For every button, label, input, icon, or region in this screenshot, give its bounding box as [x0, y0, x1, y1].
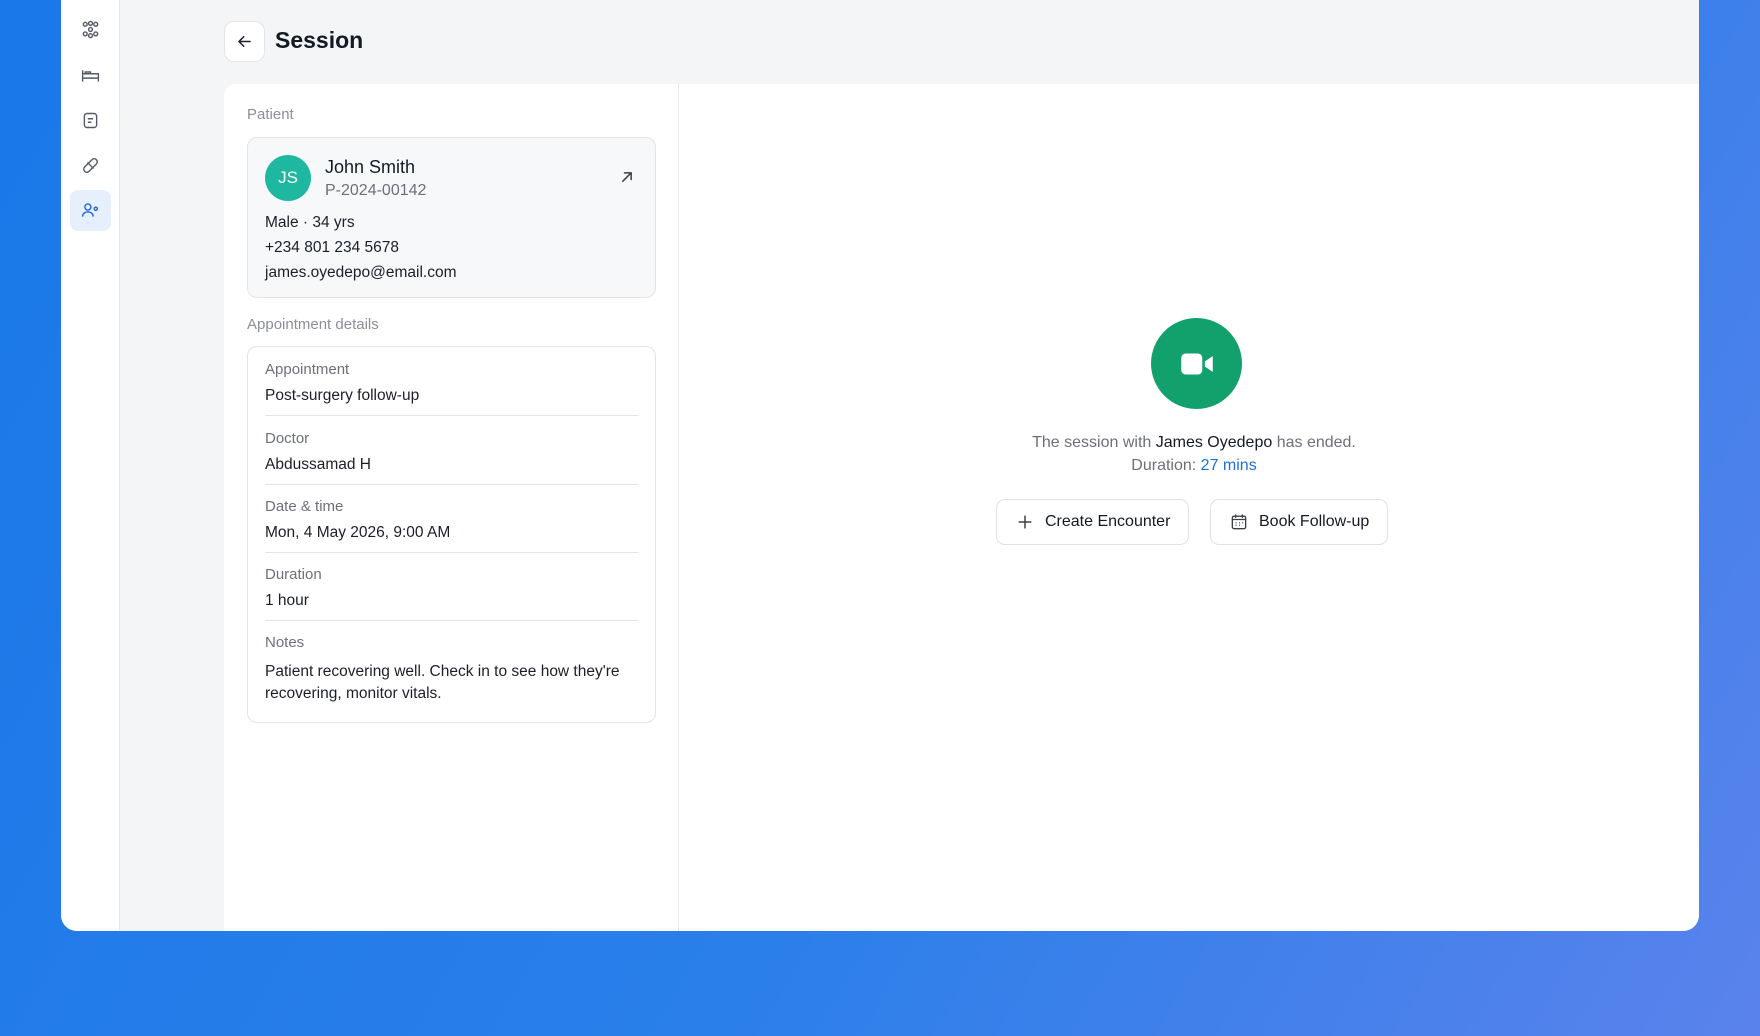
patient-email: james.oyedepo@email.com — [265, 264, 457, 281]
datetime-value: Mon, 4 May 2026, 9:00 AM — [265, 524, 451, 541]
plus-icon — [1018, 515, 1032, 529]
create-encounter-label: Create Encounter — [1045, 513, 1171, 530]
network-icon — [82, 20, 99, 39]
note-icon — [83, 112, 98, 129]
main-content: Session Patient JS John Smith P-2024-001… — [120, 0, 1699, 931]
avatar: JS — [265, 155, 311, 201]
patient-name: John Smith — [325, 157, 416, 177]
calendar-icon — [1231, 514, 1247, 530]
appointment-label: Appointment — [265, 361, 350, 378]
sidebar-item-medications[interactable] — [70, 145, 111, 186]
user-settings-icon — [81, 203, 99, 217]
message-prefix: The session with — [1032, 434, 1156, 451]
duration-value-text: 27 mins — [1200, 457, 1257, 474]
session-duration: Duration: 27 mins — [679, 457, 1699, 475]
appointment-section-label: Appointment details — [247, 316, 379, 333]
participant-name: James Oyedepo — [1155, 434, 1273, 451]
details-panel: Patient JS John Smith P-2024-00142 Male … — [224, 84, 679, 931]
patient-phone: +234 801 234 5678 — [265, 239, 400, 256]
book-followup-label: Book Follow-up — [1259, 513, 1370, 530]
notes-row: Notes Patient recovering well. Check in … — [265, 634, 638, 705]
session-ended-message: The session with James Oyedepo has ended… — [679, 434, 1699, 452]
page-title: Session — [275, 27, 364, 53]
appointment-card: Appointment Post-surgery follow-up Docto… — [247, 346, 656, 723]
sidebar-rail — [61, 0, 120, 931]
notes-label: Notes — [265, 634, 305, 651]
back-button[interactable] — [224, 21, 265, 62]
doctor-row: Doctor Abdussamad H — [265, 430, 638, 485]
session-panel: The session with James Oyedepo has ended… — [679, 84, 1699, 931]
sidebar-item-network[interactable] — [70, 9, 111, 50]
create-encounter-button[interactable]: Create Encounter — [996, 499, 1190, 545]
datetime-label: Date & time — [265, 498, 344, 515]
sidebar-item-beds[interactable] — [70, 55, 111, 96]
patient-demographics: Male · 34 yrs — [265, 214, 355, 231]
appointment-value: Post-surgery follow-up — [265, 387, 420, 404]
duration-label-text: Duration: — [1131, 457, 1201, 474]
appointment-row: Appointment Post-surgery follow-up — [265, 361, 638, 416]
external-link-icon[interactable] — [617, 167, 637, 187]
app-window: Session Patient JS John Smith P-2024-001… — [61, 0, 1699, 931]
doctor-value: Abdussamad H — [265, 456, 371, 473]
video-camera-icon — [1180, 353, 1213, 374]
datetime-row: Date & time Mon, 4 May 2026, 9:00 AM — [265, 498, 638, 553]
patient-id: P-2024-00142 — [325, 182, 427, 199]
message-suffix: has ended. — [1272, 434, 1356, 451]
arrow-left-icon — [238, 35, 251, 48]
session-status-indicator — [1151, 318, 1242, 409]
duration-row: Duration 1 hour — [265, 566, 638, 621]
patient-section-label: Patient — [247, 106, 294, 123]
duration-value: 1 hour — [265, 592, 309, 609]
sidebar-item-patients[interactable] — [70, 190, 111, 231]
bed-icon — [81, 70, 100, 82]
notes-value: Patient recovering well. Check in to see… — [265, 663, 620, 702]
pill-icon — [83, 158, 98, 173]
session-card: Patient JS John Smith P-2024-00142 Male … — [224, 84, 1699, 931]
sidebar-item-notes[interactable] — [70, 100, 111, 141]
patient-card: JS John Smith P-2024-00142 Male · 34 yrs… — [247, 137, 656, 298]
doctor-label: Doctor — [265, 430, 310, 447]
book-followup-button[interactable]: Book Follow-up — [1210, 499, 1389, 545]
duration-label: Duration — [265, 566, 322, 583]
